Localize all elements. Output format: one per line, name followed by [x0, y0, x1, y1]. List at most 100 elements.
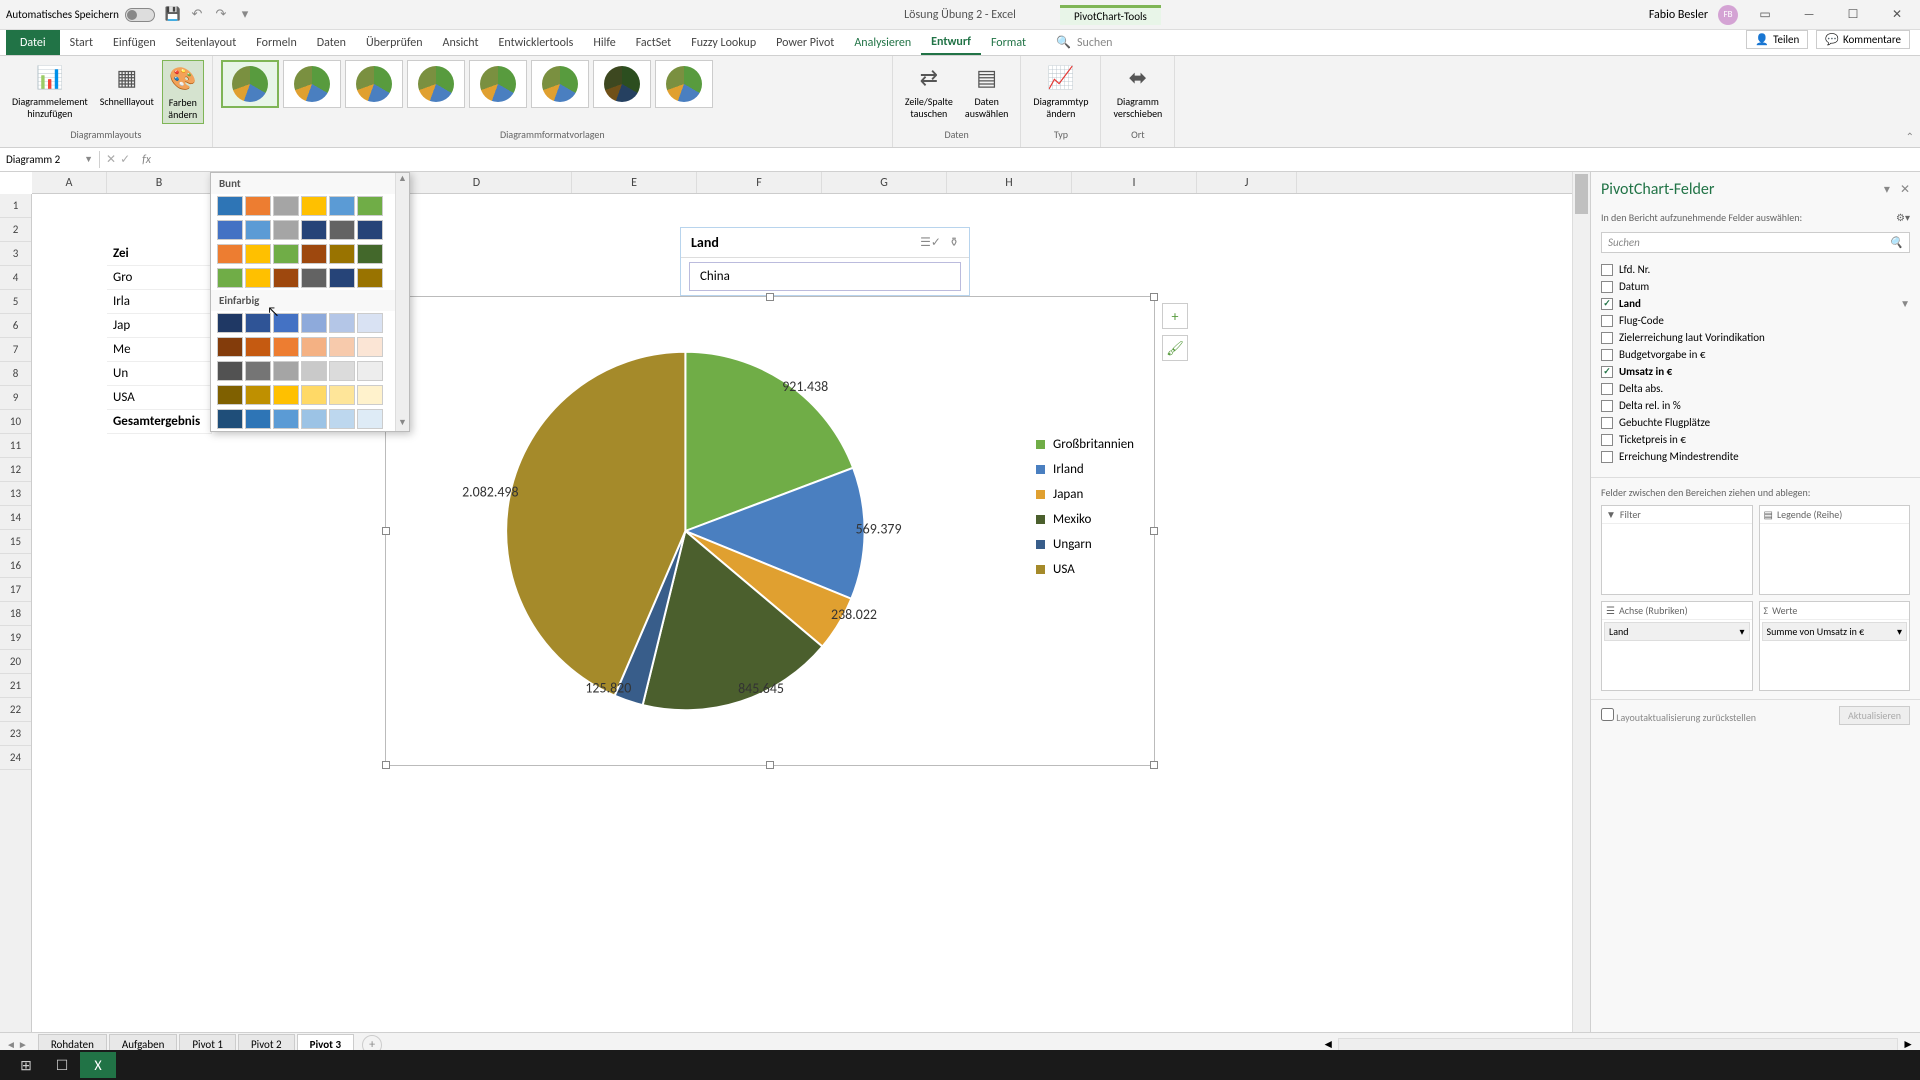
row-header-8[interactable]: 8 [0, 362, 31, 386]
color-swatch[interactable] [273, 337, 299, 357]
color-swatch[interactable] [357, 268, 383, 288]
multiselect-icon[interactable]: ☰✓ [920, 235, 941, 250]
taskview-icon[interactable]: ☐ [44, 1052, 80, 1078]
row-header-5[interactable]: 5 [0, 290, 31, 314]
resize-handle[interactable] [1150, 527, 1158, 535]
color-swatch[interactable] [357, 196, 383, 216]
color-swatch[interactable] [301, 220, 327, 240]
field-lfd.-nr.[interactable]: Lfd. Nr. [1601, 261, 1910, 278]
add-chart-element-button[interactable]: 📊Diagrammelement hinzufügen [8, 60, 92, 122]
tell-me-search[interactable]: 🔍 Suchen [1056, 30, 1112, 55]
color-swatch[interactable] [217, 361, 243, 381]
resize-handle[interactable] [382, 527, 390, 535]
tab-entwicklertools[interactable]: Entwicklertools [489, 30, 584, 55]
dropdown-scrollbar[interactable]: ▲▼ [395, 173, 409, 431]
field-list[interactable]: Lfd. Nr.DatumLand▼Flug-CodeZielerreichun… [1591, 257, 1920, 469]
color-swatch[interactable] [245, 196, 271, 216]
customize-qat-icon[interactable]: ▾ [237, 7, 253, 23]
color-swatch[interactable] [329, 196, 355, 216]
col-header-D[interactable]: D [382, 172, 572, 193]
color-swatch[interactable] [273, 220, 299, 240]
row-header-9[interactable]: 9 [0, 386, 31, 410]
cancel-formula-icon[interactable]: ✕ [106, 152, 116, 167]
field-gebuchte-flugplätze[interactable]: Gebuchte Flugplätze [1601, 414, 1910, 431]
col-header-E[interactable]: E [572, 172, 697, 193]
row-header-22[interactable]: 22 [0, 698, 31, 722]
resize-handle[interactable] [766, 761, 774, 769]
swap-row-col-button[interactable]: ⇄Zeile/Spalte tauschen [901, 60, 957, 122]
chart-style-5[interactable] [469, 60, 527, 108]
close-icon[interactable]: ✕ [1880, 4, 1914, 26]
fx-icon[interactable]: fx [136, 153, 157, 167]
color-swatch[interactable] [329, 385, 355, 405]
chart-style-4[interactable] [407, 60, 465, 108]
excel-taskbar-icon[interactable]: X [80, 1052, 116, 1078]
color-swatch[interactable] [273, 244, 299, 264]
tab-factset[interactable]: FactSet [626, 30, 681, 55]
pivotchart-fields-pane[interactable]: PivotChart-Felder ▾✕ In den Bericht aufz… [1590, 172, 1920, 1032]
color-swatch[interactable] [301, 313, 327, 333]
color-swatch[interactable] [329, 409, 355, 429]
color-swatch[interactable] [217, 244, 243, 264]
color-swatch[interactable] [329, 244, 355, 264]
tab-fuzzy lookup[interactable]: Fuzzy Lookup [681, 30, 766, 55]
resize-handle[interactable] [1150, 761, 1158, 769]
field-delta-rel.-in-%[interactable]: Delta rel. in % [1601, 397, 1910, 414]
color-swatch[interactable] [245, 337, 271, 357]
autosave-toggle[interactable]: Automatisches Speichern [6, 8, 155, 22]
color-swatch[interactable] [357, 220, 383, 240]
gear-icon[interactable]: ⚙▾ [1896, 211, 1910, 224]
area-legend[interactable]: ▤Legende (Reihe) [1759, 505, 1911, 595]
field-land[interactable]: Land▼ [1601, 295, 1910, 312]
row-header-21[interactable]: 21 [0, 674, 31, 698]
color-swatch[interactable] [217, 385, 243, 405]
chart-styles-button[interactable]: 🖌 [1162, 335, 1188, 361]
tab-entwurf[interactable]: Entwurf [921, 30, 981, 55]
row-header-2[interactable]: 2 [0, 218, 31, 242]
checkbox[interactable] [1601, 383, 1613, 395]
row-header-4[interactable]: 4 [0, 266, 31, 290]
area-values[interactable]: ΣWerteSumme von Umsatz in €▾ [1759, 601, 1911, 691]
tab-start[interactable]: Start [60, 30, 103, 55]
row-header-6[interactable]: 6 [0, 314, 31, 338]
color-swatch[interactable] [301, 268, 327, 288]
area-filter[interactable]: ▼Filter [1601, 505, 1753, 595]
chevron-down-icon[interactable]: ▼ [84, 154, 93, 165]
row-header-17[interactable]: 17 [0, 578, 31, 602]
row-header-13[interactable]: 13 [0, 482, 31, 506]
color-swatch[interactable] [329, 361, 355, 381]
col-header-I[interactable]: I [1072, 172, 1197, 193]
toggle-switch[interactable] [125, 8, 155, 22]
cell-r10-c1[interactable]: Gesamtergebnis [107, 410, 212, 434]
color-swatch[interactable] [245, 244, 271, 264]
clear-filter-icon[interactable]: ⚱ [949, 235, 959, 250]
chart-style-8[interactable] [655, 60, 713, 108]
field-datum[interactable]: Datum [1601, 278, 1910, 295]
cell-r3-c1[interactable]: Zei [107, 242, 212, 266]
field-filter-icon[interactable]: ▼ [1900, 297, 1910, 310]
move-chart-button[interactable]: ⬌Diagramm verschieben [1109, 60, 1166, 122]
color-swatch[interactable] [245, 361, 271, 381]
tab-überprüfen[interactable]: Überprüfen [356, 30, 433, 55]
tab-daten[interactable]: Daten [307, 30, 356, 55]
color-swatch[interactable] [245, 409, 271, 429]
tab-format[interactable]: Format [981, 30, 1036, 55]
color-swatch[interactable] [273, 385, 299, 405]
checkbox[interactable] [1601, 298, 1613, 310]
worksheet[interactable]: ABCDEFGHIJ 12345678910111213141516171819… [0, 172, 1590, 1032]
chart-elements-button[interactable]: + [1162, 303, 1188, 329]
checkbox[interactable] [1601, 349, 1613, 361]
row-header-1[interactable]: 1 [0, 194, 31, 218]
legend-item[interactable]: Irland [1036, 462, 1134, 477]
checkbox[interactable] [1601, 281, 1613, 293]
color-swatch[interactable] [217, 409, 243, 429]
checkbox[interactable] [1601, 417, 1613, 429]
maximize-icon[interactable]: ☐ [1836, 4, 1870, 26]
color-swatch[interactable] [273, 361, 299, 381]
col-header-B[interactable]: B [107, 172, 212, 193]
row-header-3[interactable]: 3 [0, 242, 31, 266]
row-header-19[interactable]: 19 [0, 626, 31, 650]
color-swatch[interactable] [273, 409, 299, 429]
color-swatch[interactable] [301, 196, 327, 216]
tab-analysieren[interactable]: Analysieren [844, 30, 921, 55]
